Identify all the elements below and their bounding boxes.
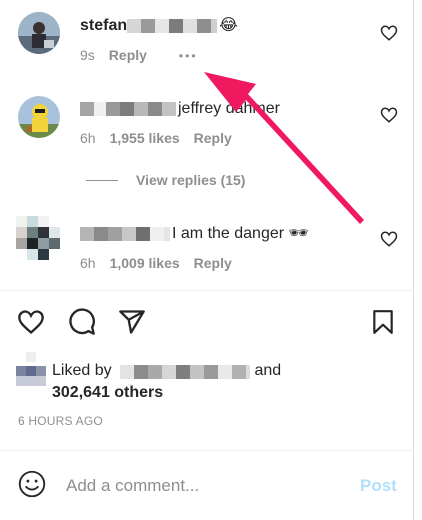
redacted-username bbox=[80, 226, 170, 241]
comment-text: jeffrey dahmer bbox=[80, 99, 280, 119]
comment-emoji: 😂 bbox=[219, 17, 238, 34]
reply-button[interactable]: Reply bbox=[194, 130, 232, 146]
comment-body: jeffrey dahmer bbox=[178, 100, 280, 117]
comment-likes[interactable]: 1,009 likes bbox=[110, 255, 180, 271]
avatar[interactable] bbox=[18, 96, 60, 138]
comment-icon[interactable] bbox=[68, 308, 96, 336]
like-comment-icon[interactable] bbox=[380, 230, 398, 248]
comment-time[interactable]: 6h bbox=[80, 255, 96, 271]
save-bookmark-icon[interactable] bbox=[370, 308, 396, 336]
redacted-username bbox=[80, 101, 176, 116]
more-options-icon[interactable]: ••• bbox=[179, 49, 198, 63]
avatar[interactable] bbox=[18, 12, 60, 54]
comment-time[interactable]: 6h bbox=[80, 130, 96, 146]
share-icon[interactable] bbox=[118, 308, 146, 336]
like-comment-icon[interactable] bbox=[380, 24, 398, 42]
reply-button[interactable]: Reply bbox=[109, 47, 147, 63]
like-comment-icon[interactable] bbox=[380, 106, 398, 124]
section-divider bbox=[0, 290, 414, 291]
avatar[interactable] bbox=[16, 216, 60, 260]
comments-panel: stefan 😂 9s Reply ••• jeffrey dahmer 6h 1,95… bbox=[0, 0, 414, 520]
post-actions bbox=[16, 306, 400, 338]
divider-line bbox=[86, 179, 118, 181]
redacted-text bbox=[127, 18, 218, 33]
liked-by-others[interactable]: 302,641 others bbox=[52, 382, 281, 404]
comment-meta: 6h 1,955 likes Reply bbox=[80, 130, 246, 146]
comment-text: stefan 😂 bbox=[80, 16, 238, 36]
liked-by-prefix: Liked by bbox=[52, 362, 112, 379]
comment-meta: 9s Reply ••• bbox=[80, 47, 212, 63]
sunglasses-emoji: 🕶 bbox=[288, 225, 309, 242]
comment-body: I am the danger bbox=[172, 225, 285, 242]
emoji-icon[interactable] bbox=[18, 470, 46, 498]
post-button[interactable]: Post bbox=[360, 476, 397, 496]
liked-by-suffix: and bbox=[254, 362, 282, 379]
reply-button[interactable]: Reply bbox=[194, 255, 232, 271]
comment-meta: 6h 1,009 likes Reply bbox=[80, 255, 246, 271]
comment-input[interactable] bbox=[66, 472, 346, 500]
like-icon[interactable] bbox=[16, 308, 46, 336]
comment-likes[interactable]: 1,955 likes bbox=[110, 130, 180, 146]
add-comment-bar: Post bbox=[0, 462, 414, 510]
liked-by-avatar[interactable] bbox=[16, 352, 46, 386]
liked-by-text: Liked by and 302,641 others bbox=[52, 360, 281, 404]
view-replies-button[interactable]: View replies (15) bbox=[86, 172, 245, 188]
comment-time[interactable]: 9s bbox=[80, 47, 95, 63]
section-divider bbox=[0, 450, 414, 451]
comment-text: I am the danger 🕶 bbox=[80, 224, 309, 244]
redacted-username[interactable] bbox=[120, 364, 251, 379]
view-replies-label: View replies (15) bbox=[136, 172, 246, 188]
post-timestamp[interactable]: 6 HOURS AGO bbox=[18, 414, 103, 428]
comment-username[interactable]: stefan bbox=[80, 17, 127, 34]
